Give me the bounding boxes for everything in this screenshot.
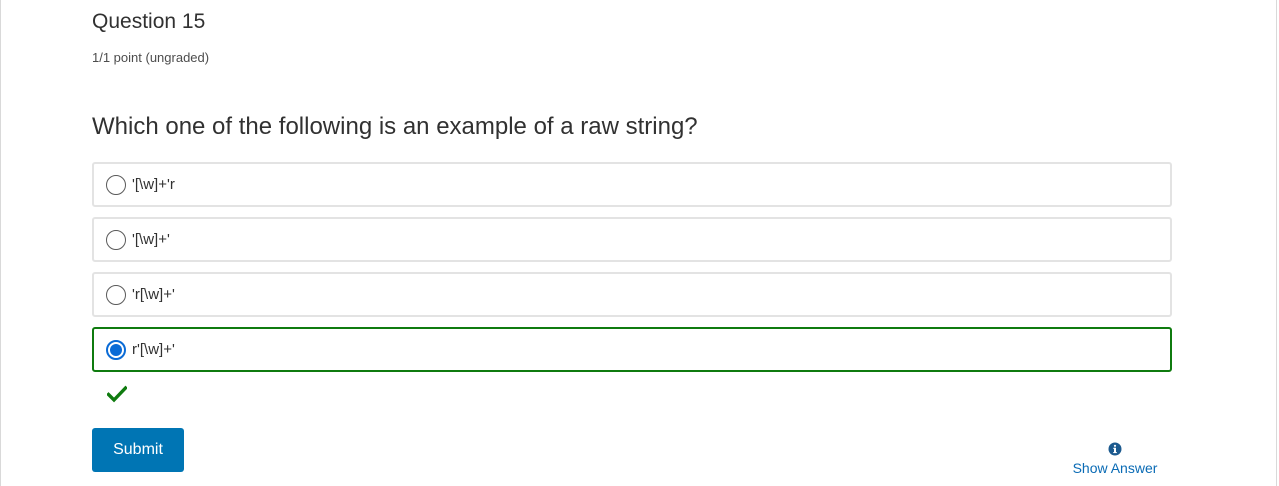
choice-label: 'r[\w]+' (132, 286, 175, 303)
info-icon (1108, 442, 1122, 456)
checkmark-icon (107, 385, 127, 403)
show-answer-button[interactable]: Show Answer (1057, 442, 1173, 478)
question-prompt: Which one of the following is an example… (92, 113, 698, 140)
choice-option-4[interactable]: r'[\w]+' (92, 327, 1172, 372)
choice-option-2[interactable]: '[\w]+' (92, 217, 1172, 262)
submit-button[interactable]: Submit (92, 428, 184, 472)
radio-button-selected[interactable] (106, 340, 126, 360)
radio-button[interactable] (106, 175, 126, 195)
show-answer-label: Show Answer (1072, 460, 1158, 476)
choice-option-1[interactable]: '[\w]+'r (92, 162, 1172, 207)
left-border (0, 0, 1, 486)
radio-button[interactable] (106, 230, 126, 250)
question-title: Question 15 (92, 10, 206, 33)
choice-list: '[\w]+'r '[\w]+' 'r[\w]+' r'[\w]+' (92, 162, 1172, 382)
points-label: 1/1 point (ungraded) (92, 50, 210, 65)
choice-label: '[\w]+'r (132, 176, 175, 193)
right-border (1276, 0, 1277, 486)
choice-label: '[\w]+' (132, 231, 170, 248)
radio-button[interactable] (106, 285, 126, 305)
choice-option-3[interactable]: 'r[\w]+' (92, 272, 1172, 317)
choice-label: r'[\w]+' (132, 341, 175, 358)
